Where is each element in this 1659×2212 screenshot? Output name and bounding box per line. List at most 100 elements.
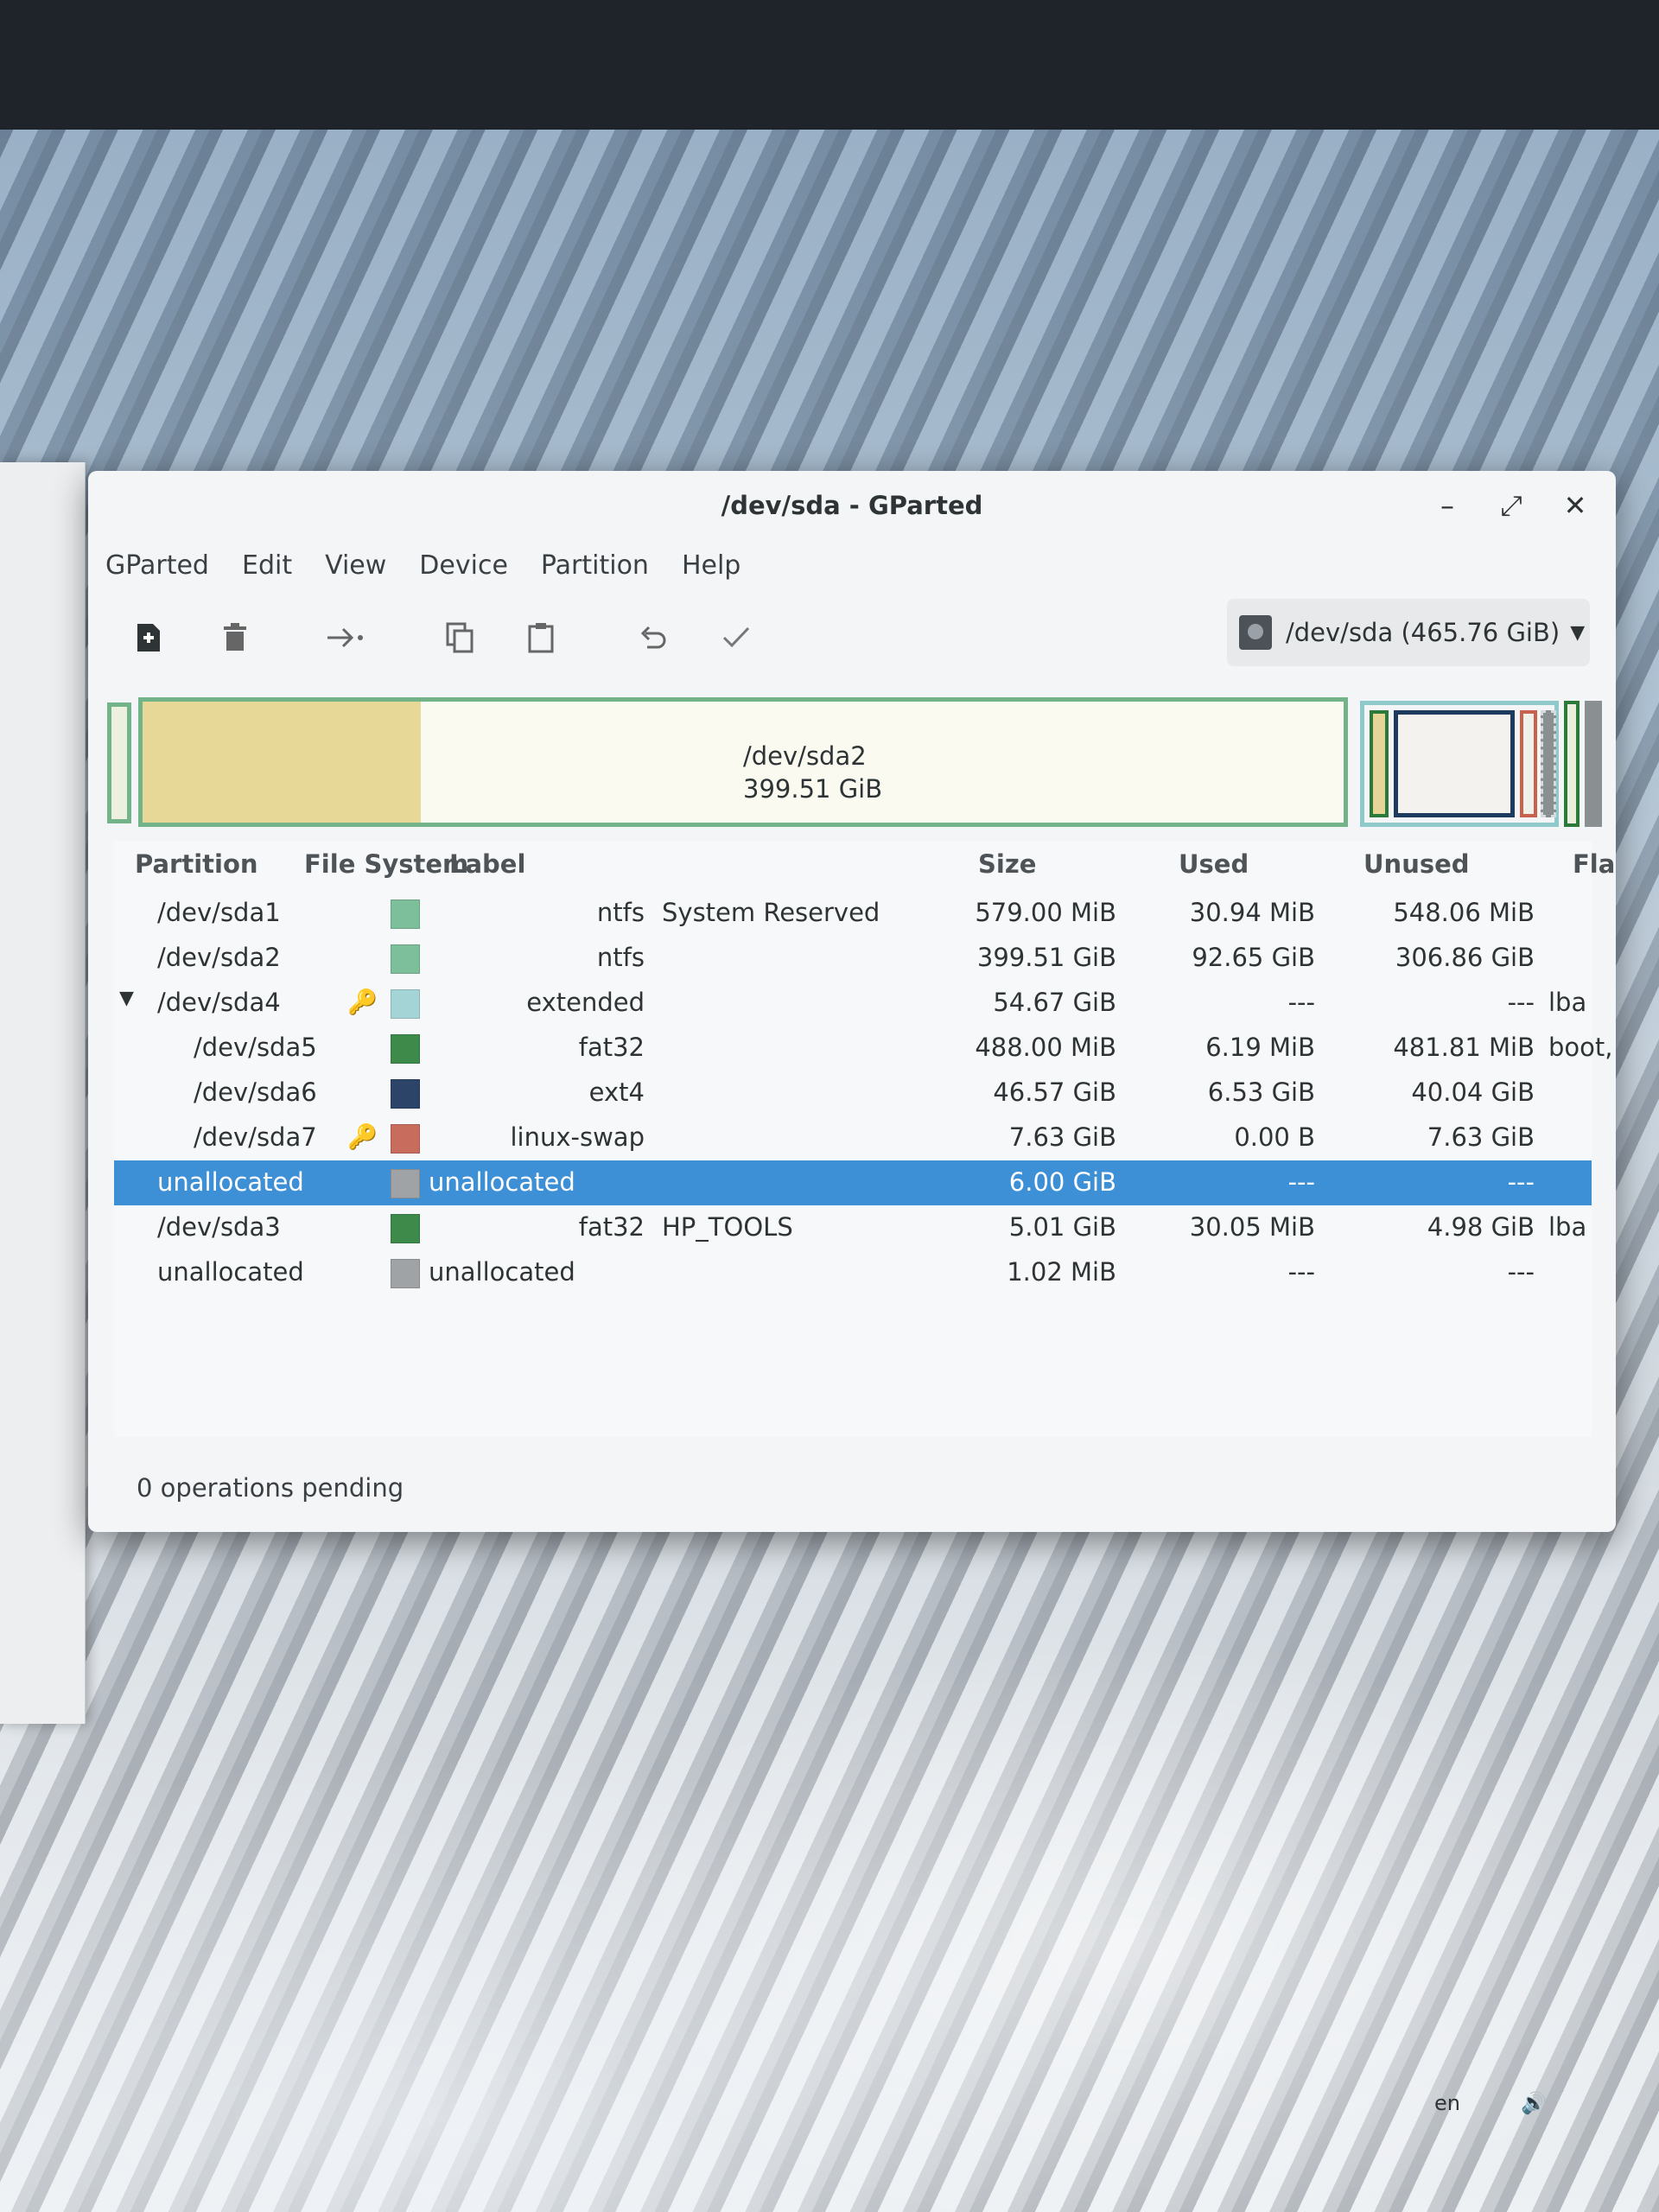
maximize-button[interactable]: ⤢	[1497, 471, 1526, 540]
device-selector[interactable]: /dev/sda (465.76 GiB) ▼	[1227, 599, 1590, 666]
new-partition-button[interactable]	[123, 607, 175, 668]
disk-map-sda2-text: /dev/sda2 399.51 GiB	[743, 740, 882, 805]
paste-button[interactable]	[515, 607, 567, 668]
cell-unused: 481.81 MiB	[1393, 1033, 1535, 1062]
disk-map: /dev/sda2 399.51 GiB	[107, 697, 1602, 827]
undo-button[interactable]	[627, 607, 679, 668]
cell-partition: /dev/sda6	[194, 1077, 317, 1107]
close-button[interactable]: ✕	[1560, 471, 1590, 540]
cell-partition: /dev/sda1	[157, 898, 281, 927]
fs-color-swatch	[391, 1259, 420, 1288]
header-file-system[interactable]: File System	[304, 849, 468, 879]
copy-button[interactable]	[434, 607, 486, 668]
cell-unused: ---	[1507, 988, 1535, 1017]
minimize-button[interactable]: –	[1433, 471, 1462, 540]
new-partition-icon	[137, 624, 160, 652]
disk-map-sda1[interactable]	[107, 702, 131, 823]
table-row[interactable]: /dev/sda3 fat32 HP_TOOLS 5.01 GiB 30.05 …	[114, 1205, 1592, 1250]
gparted-window[interactable]: /dev/sda - GParted – ⤢ ✕ GParted Edit Vi…	[88, 471, 1616, 1532]
table-row[interactable]: /dev/sda1 ntfs System Reserved 579.00 Mi…	[114, 891, 1592, 936]
system-tray: en 🔊	[1434, 2091, 1547, 2115]
cell-unused: ---	[1507, 1257, 1535, 1287]
cell-file-system: unallocated	[429, 1167, 575, 1197]
header-used[interactable]: Used	[1179, 849, 1249, 879]
cell-used: ---	[1287, 1257, 1315, 1287]
cell-file-system: ntfs	[596, 898, 645, 927]
cell-size: 6.00 GiB	[1008, 1167, 1116, 1197]
title-bar[interactable]: /dev/sda - GParted – ⤢ ✕	[88, 471, 1616, 540]
table-row[interactable]: unallocated unallocated 1.02 MiB --- ---	[114, 1250, 1592, 1295]
table-row[interactable]: /dev/sda7 🔑 linux-swap 7.63 GiB 0.00 B 7…	[114, 1116, 1592, 1160]
cell-partition: unallocated	[157, 1167, 304, 1197]
disk-map-sda2-size: 399.51 GiB	[743, 774, 883, 804]
keyboard-layout-indicator[interactable]: en	[1434, 2091, 1460, 2115]
disk-map-unallocated-2[interactable]	[1585, 701, 1602, 827]
table-row[interactable]: ▼ /dev/sda4 🔑 extended 54.67 GiB --- ---…	[114, 981, 1592, 1026]
cell-file-system: linux-swap	[510, 1122, 645, 1152]
window-controls: – ⤢ ✕	[1433, 471, 1590, 540]
apply-button[interactable]	[710, 607, 762, 668]
table-row[interactable]: /dev/sda2 ntfs 399.51 GiB 92.65 GiB 306.…	[114, 936, 1592, 981]
menu-view[interactable]: View	[325, 550, 386, 594]
volume-icon[interactable]: 🔊	[1521, 2091, 1547, 2115]
key-icon: 🔑	[347, 1122, 378, 1151]
cell-unused: 548.06 MiB	[1393, 898, 1535, 927]
menu-edit[interactable]: Edit	[242, 550, 292, 594]
fs-color-swatch	[391, 899, 420, 929]
cell-size: 5.01 GiB	[1008, 1212, 1116, 1242]
resize-move-icon	[327, 627, 363, 648]
cell-partition: /dev/sda5	[194, 1033, 317, 1062]
resize-move-button[interactable]	[320, 607, 372, 668]
cell-unused: 306.86 GiB	[1395, 943, 1535, 972]
cell-label: System Reserved	[662, 898, 880, 927]
disk-map-sda3[interactable]	[1564, 701, 1580, 827]
chevron-down-icon: ▼	[1570, 621, 1586, 644]
disk-map-sda2[interactable]: /dev/sda2 399.51 GiB	[138, 697, 1348, 827]
cell-label: HP_TOOLS	[662, 1212, 793, 1242]
undo-icon	[640, 626, 666, 649]
cell-unused: ---	[1507, 1167, 1535, 1197]
table-row[interactable]: /dev/sda5 fat32 488.00 MiB 6.19 MiB 481.…	[114, 1026, 1616, 1071]
cell-file-system: ext4	[588, 1077, 645, 1107]
header-partition[interactable]: Partition	[135, 849, 258, 879]
cell-file-system: fat32	[578, 1212, 645, 1242]
cell-partition: unallocated	[157, 1257, 304, 1287]
fs-color-swatch	[391, 1034, 420, 1064]
menu-bar: GParted Edit View Device Partition Help	[105, 550, 741, 594]
header-unused[interactable]: Unused	[1363, 849, 1470, 879]
header-flags[interactable]: Flags	[1573, 849, 1616, 879]
menu-gparted[interactable]: GParted	[105, 550, 209, 594]
cell-unused: 4.98 GiB	[1427, 1212, 1535, 1242]
fs-color-swatch	[391, 1079, 420, 1109]
background-window[interactable]	[0, 462, 86, 1724]
tree-expander-icon[interactable]: ▼	[119, 988, 134, 1009]
cell-used: ---	[1287, 1167, 1315, 1197]
device-selector-label: /dev/sda (465.76 GiB)	[1286, 618, 1560, 647]
cell-partition: /dev/sda2	[157, 943, 281, 972]
header-label[interactable]: Label	[449, 849, 525, 879]
disk-map-sda5[interactable]	[1370, 710, 1389, 817]
cell-used: 6.19 MiB	[1205, 1033, 1315, 1062]
disk-map-sda6[interactable]	[1394, 710, 1515, 817]
menu-help[interactable]: Help	[682, 550, 741, 594]
fs-color-swatch	[391, 1214, 420, 1243]
cell-file-system: unallocated	[429, 1257, 575, 1287]
cell-size: 7.63 GiB	[1008, 1122, 1116, 1152]
delete-button[interactable]	[209, 607, 261, 668]
delete-icon	[224, 623, 246, 651]
table-row[interactable]: /dev/sda6 ext4 46.57 GiB 6.53 GiB 40.04 …	[114, 1071, 1592, 1116]
disk-map-unallocated-1[interactable]	[1541, 710, 1556, 817]
disk-map-sda7[interactable]	[1520, 710, 1537, 817]
partition-table: Partition File System Label Size Used Un…	[114, 841, 1616, 1437]
cell-file-system: ntfs	[596, 943, 645, 972]
menu-device[interactable]: Device	[419, 550, 508, 594]
table-row-selected[interactable]: unallocated unallocated 6.00 GiB --- ---	[114, 1160, 1592, 1205]
header-size[interactable]: Size	[978, 849, 1036, 879]
cell-used: 30.05 MiB	[1189, 1212, 1315, 1242]
menu-partition[interactable]: Partition	[541, 550, 649, 594]
cell-size: 488.00 MiB	[975, 1033, 1116, 1062]
disk-map-sda4-extended[interactable]	[1360, 701, 1559, 827]
cell-size: 579.00 MiB	[975, 898, 1116, 927]
fs-color-swatch	[391, 1169, 420, 1198]
cell-used: 30.94 MiB	[1189, 898, 1315, 927]
